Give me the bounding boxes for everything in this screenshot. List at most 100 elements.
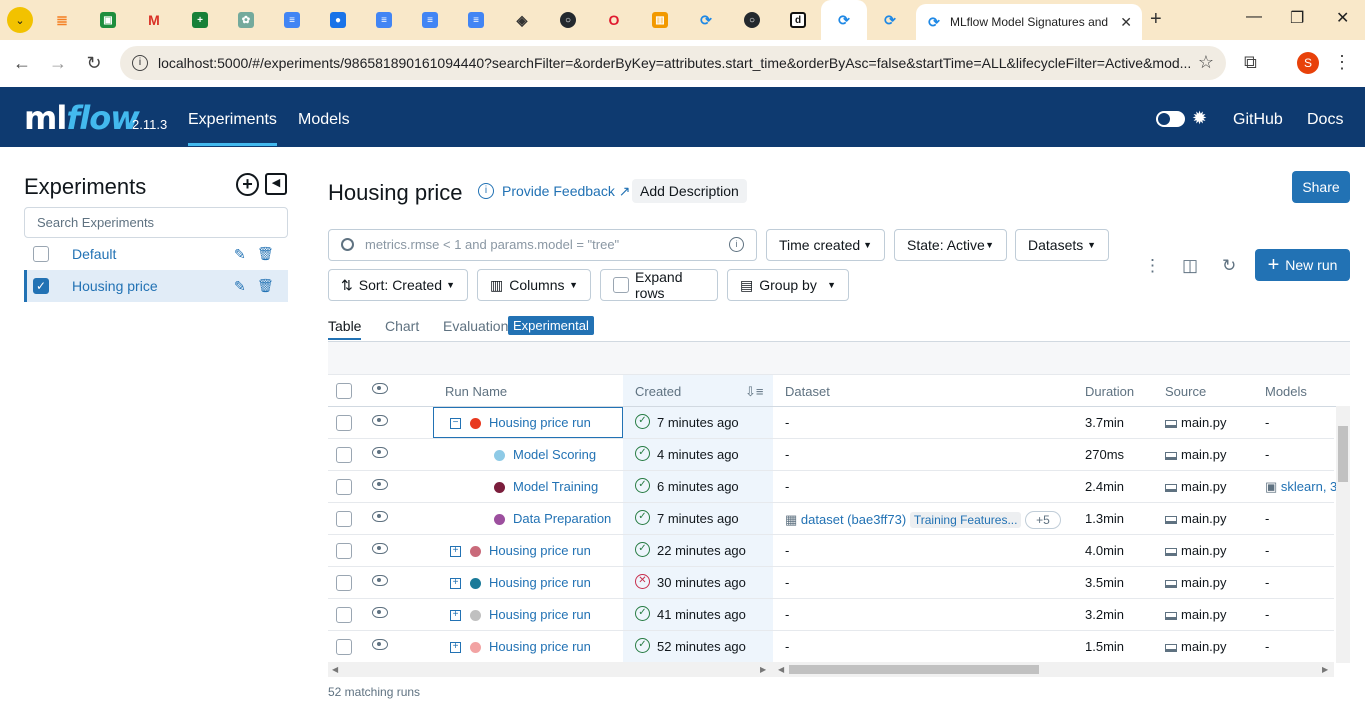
col-models[interactable]: Models xyxy=(1265,384,1307,399)
site-info-icon[interactable]: i xyxy=(132,55,148,71)
new-tab-button[interactable]: + xyxy=(1150,8,1162,31)
minimize-button[interactable]: — xyxy=(1246,8,1262,26)
search-experiments-input[interactable]: Search Experiments xyxy=(24,207,288,238)
docs-link[interactable]: Docs xyxy=(1307,111,1343,129)
tab-docs-3[interactable]: ≡ xyxy=(407,0,453,40)
row-checkbox[interactable] xyxy=(336,575,352,591)
tab-graduation[interactable]: ◈ xyxy=(499,0,545,40)
sort-dropdown[interactable]: ⇅ Sort: Created ▼ xyxy=(328,269,468,301)
tab-docs-1[interactable]: ≡ xyxy=(269,0,315,40)
row-checkbox[interactable] xyxy=(336,543,352,559)
search-runs-input[interactable]: metrics.rmse < 1 and params.model = "tre… xyxy=(328,229,757,261)
profile-avatar[interactable]: S xyxy=(1297,52,1319,74)
tab-d[interactable]: d xyxy=(775,0,821,40)
run-name-link[interactable]: Housing price run xyxy=(489,575,591,590)
run-color-dot[interactable] xyxy=(470,578,481,589)
eye-icon[interactable] xyxy=(372,543,388,554)
run-source[interactable]: main.py xyxy=(1165,607,1227,622)
tab-table[interactable]: Table xyxy=(328,318,362,340)
more-options-icon[interactable]: ⋮ xyxy=(1144,256,1161,276)
bookmark-star-icon[interactable]: ☆ xyxy=(1198,52,1214,73)
eye-icon[interactable] xyxy=(372,575,388,586)
collapse-sidebar-icon[interactable]: ◀ xyxy=(265,173,287,195)
table-row[interactable]: + Housing price run ✓ 22 minutes ago - 4.0min… xyxy=(328,535,1334,567)
sort-desc-icon[interactable]: ⇩≡ xyxy=(745,384,763,400)
tab-dashboard[interactable]: ▥ xyxy=(637,0,683,40)
run-name-link[interactable]: Housing price run xyxy=(489,639,591,654)
table-row[interactable]: Model Scoring ✓ 4 minutes ago - 270ms main.py… xyxy=(328,439,1334,471)
row-checkbox[interactable] xyxy=(336,479,352,495)
experiment-checkbox[interactable] xyxy=(33,246,49,262)
tab-chart[interactable]: Chart xyxy=(385,318,419,334)
col-created[interactable]: Created xyxy=(635,384,681,399)
more-datasets-badge[interactable]: +5 xyxy=(1025,511,1061,529)
info-icon[interactable]: i xyxy=(729,237,744,252)
expand-icon[interactable]: + xyxy=(450,642,461,653)
run-source[interactable]: main.py xyxy=(1165,479,1227,494)
run-name-link[interactable]: Model Training xyxy=(513,479,598,494)
tab-github-2[interactable]: ○ xyxy=(729,0,775,40)
run-name-link[interactable]: Data Preparation xyxy=(513,511,611,526)
table-row[interactable]: + Housing price run ✕ 30 minutes ago - 3.5min… xyxy=(328,567,1334,599)
gear-icon[interactable]: ✹ xyxy=(1192,108,1207,129)
run-color-dot[interactable] xyxy=(470,418,481,429)
pencil-icon[interactable]: ✎ xyxy=(234,278,246,295)
run-source[interactable]: main.py xyxy=(1165,575,1227,590)
run-source[interactable]: main.py xyxy=(1165,639,1227,654)
forward-arrow-icon[interactable]: → xyxy=(40,53,76,74)
eye-icon[interactable] xyxy=(372,639,388,650)
tab-evaluation[interactable]: Evaluation xyxy=(443,318,508,334)
dataset-cell[interactable]: ▦ dataset (bae3ff73) Training Features..… xyxy=(785,511,1061,529)
run-color-dot[interactable] xyxy=(494,450,505,461)
tab-classroom[interactable]: ▣ xyxy=(85,0,131,40)
tab-docs-4[interactable]: ≡ xyxy=(453,0,499,40)
time-created-dropdown[interactable]: Time created ▼ xyxy=(766,229,885,261)
dark-mode-toggle[interactable] xyxy=(1156,111,1185,127)
table-row[interactable]: Model Training ✓ 6 minutes ago - 2.4min main.… xyxy=(328,471,1337,503)
group-by-dropdown[interactable]: ▤ Group by ▼ xyxy=(727,269,849,301)
run-source[interactable]: main.py xyxy=(1165,415,1227,430)
tab-contacts[interactable]: ● xyxy=(315,0,361,40)
browser-menu-icon[interactable]: ⋮ xyxy=(1333,52,1351,73)
run-color-dot[interactable] xyxy=(494,482,505,493)
new-run-button[interactable]: + New run xyxy=(1255,249,1350,281)
eye-icon[interactable] xyxy=(372,447,388,458)
run-source[interactable]: main.py xyxy=(1165,447,1227,462)
share-button[interactable]: Share xyxy=(1292,171,1350,203)
run-name-link[interactable]: Model Scoring xyxy=(513,447,596,462)
vertical-scrollbar[interactable] xyxy=(1336,406,1350,663)
table-row[interactable]: − Housing price run ✓ 7 minutes ago - 3.7min m… xyxy=(328,407,1334,439)
horizontal-scrollbar[interactable]: ◀ ▶ ◀ ▶ xyxy=(328,662,1334,677)
run-color-dot[interactable] xyxy=(470,642,481,653)
refresh-icon[interactable]: ↻ xyxy=(1222,256,1236,276)
col-dataset[interactable]: Dataset xyxy=(785,384,830,399)
sidebar-item-housing-price[interactable]: ✓ Housing price ✎ 🗑 xyxy=(24,270,288,302)
select-all-checkbox[interactable] xyxy=(336,383,352,399)
tab-sync-3[interactable]: ⟳ xyxy=(867,0,913,40)
expand-rows-checkbox[interactable] xyxy=(613,277,629,293)
run-color-dot[interactable] xyxy=(470,610,481,621)
run-models[interactable]: ▣ sklearn, 3 xyxy=(1265,479,1337,495)
run-name-link[interactable]: Housing price run xyxy=(489,543,591,558)
expand-icon[interactable]: + xyxy=(450,546,461,557)
expand-icon[interactable]: + xyxy=(450,610,461,621)
tab-chatgpt[interactable]: ✿ xyxy=(223,0,269,40)
expand-icon[interactable]: + xyxy=(450,578,461,589)
dataset-tag[interactable]: Training Features... xyxy=(909,512,1022,528)
add-description-button[interactable]: Add Description xyxy=(632,179,747,203)
sidebar-item-default[interactable]: Default ✎ 🗑 xyxy=(24,238,288,270)
experiment-label[interactable]: Housing price xyxy=(72,278,158,294)
row-checkbox[interactable] xyxy=(336,447,352,463)
info-icon[interactable]: i xyxy=(478,183,494,199)
tab-stackoverflow[interactable]: ≣ xyxy=(39,0,85,40)
expand-rows-toggle[interactable]: Expand rows xyxy=(600,269,718,301)
add-experiment-icon[interactable]: + xyxy=(236,173,259,196)
provide-feedback-link[interactable]: Provide Feedback ↗ xyxy=(502,183,630,200)
side-panel-icon[interactable]: ◫ xyxy=(1182,256,1198,276)
restore-button[interactable]: ❐ xyxy=(1290,8,1304,28)
run-name-link[interactable]: Housing price run xyxy=(489,415,591,430)
tab-sync-2[interactable]: ⟳ xyxy=(821,0,867,40)
close-window-button[interactable]: ✕ xyxy=(1336,8,1349,28)
col-source[interactable]: Source xyxy=(1165,384,1206,399)
trash-icon[interactable]: 🗑 xyxy=(257,278,274,294)
